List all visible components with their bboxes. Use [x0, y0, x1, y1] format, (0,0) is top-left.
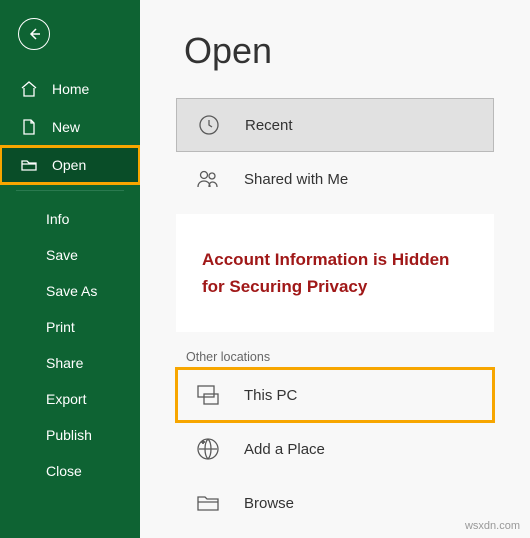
this-pc-icon — [194, 381, 222, 409]
sub-close[interactable]: Close — [0, 453, 140, 489]
page-title: Open — [140, 30, 530, 72]
sub-save-as[interactable]: Save As — [0, 273, 140, 309]
backstage-sidebar: Home New Open Info Save Save As Print Sh… — [0, 0, 140, 538]
add-a-place-row[interactable]: Add a Place — [176, 422, 494, 476]
recent-label: Recent — [245, 117, 293, 134]
recent-row[interactable]: Recent — [176, 98, 494, 152]
nav-open[interactable]: Open — [0, 146, 140, 184]
shared-label: Shared with Me — [244, 171, 348, 188]
clock-icon — [195, 111, 223, 139]
add-place-icon — [194, 435, 222, 463]
sub-print[interactable]: Print — [0, 309, 140, 345]
sidebar-divider — [16, 190, 124, 191]
nav-new[interactable]: New — [0, 108, 140, 146]
add-place-label: Add a Place — [244, 441, 325, 458]
sub-info[interactable]: Info — [0, 201, 140, 237]
browse-label: Browse — [244, 495, 294, 512]
browse-folder-icon — [194, 489, 222, 517]
people-icon — [194, 165, 222, 193]
nav-label: New — [52, 119, 80, 135]
nav-label: Home — [52, 81, 89, 97]
back-button[interactable] — [18, 18, 50, 50]
open-folder-icon — [20, 156, 38, 174]
home-icon — [20, 80, 38, 98]
back-arrow-icon — [26, 26, 42, 42]
account-hidden-box: Account Information is Hidden for Securi… — [176, 214, 494, 332]
new-file-icon — [20, 118, 38, 136]
account-hidden-message: Account Information is Hidden for Securi… — [202, 246, 468, 300]
open-panel: Open Recent Shared with Me Account Infor… — [140, 0, 530, 538]
sub-export[interactable]: Export — [0, 381, 140, 417]
sub-share[interactable]: Share — [0, 345, 140, 381]
browse-row[interactable]: Browse — [176, 476, 494, 530]
sub-save[interactable]: Save — [0, 237, 140, 273]
nav-home[interactable]: Home — [0, 70, 140, 108]
nav-label: Open — [52, 157, 86, 173]
this-pc-row[interactable]: This PC — [176, 368, 494, 422]
sub-publish[interactable]: Publish — [0, 417, 140, 453]
other-locations-label: Other locations — [140, 346, 530, 368]
watermark: wsxdn.com — [465, 520, 520, 532]
shared-with-me-row[interactable]: Shared with Me — [176, 152, 494, 206]
this-pc-label: This PC — [244, 387, 297, 404]
